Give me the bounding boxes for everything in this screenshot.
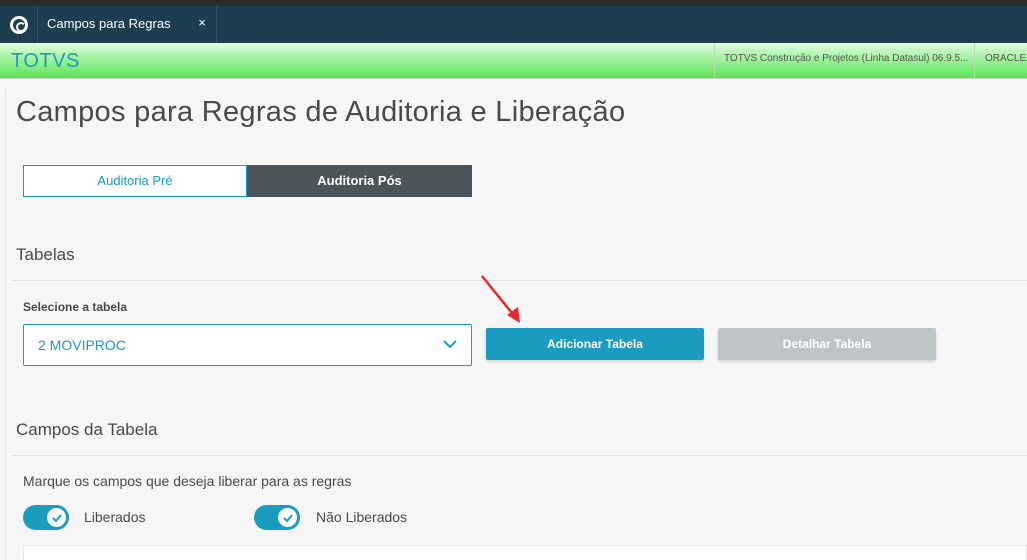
liberados-label: Liberados [84, 509, 146, 525]
select-table-label: Selecione a tabela [23, 300, 128, 314]
tab-auditoria-pos[interactable]: Auditoria Pós [247, 165, 472, 197]
tables-section-title: Tabelas [16, 245, 75, 264]
red-arrow-icon [481, 275, 520, 323]
chevron-down-icon [443, 340, 457, 349]
toggle-knob [47, 508, 66, 527]
product-info: TOTVS Construção e Projetos (Linha Datas… [724, 53, 969, 64]
add-table-button[interactable]: Adicionar Tabela [486, 328, 704, 360]
tab-label: Campos para Regras d [47, 16, 173, 31]
section-divider [11, 455, 1027, 456]
check-icon [282, 513, 293, 522]
header-separator [974, 43, 975, 79]
fields-section-title: Campos da Tabela [16, 420, 158, 439]
nao-liberados-toggle[interactable] [254, 505, 300, 530]
check-icon [51, 513, 62, 522]
tab-campos-regras[interactable]: Campos para Regras d × [37, 6, 217, 50]
selected-table-value: 2 MOVIPROC [38, 337, 126, 353]
nao-liberados-label: Não Liberados [316, 509, 408, 525]
brand-logo: TOTVS [11, 50, 80, 72]
page-title: Campos para Regras de Auditoria e Libera… [16, 96, 626, 128]
page-border [5, 90, 6, 560]
tab-auditoria-pre[interactable]: Auditoria Pré [23, 165, 247, 197]
header-separator [714, 43, 715, 79]
fields-helper-text: Marque os campos que deseja liberar para… [23, 473, 352, 489]
fields-card [23, 545, 1027, 560]
app-menu-button[interactable] [0, 6, 37, 43]
table-select[interactable]: 2 MOVIPROC [23, 324, 472, 366]
totvs-logo-icon [9, 15, 28, 34]
liberados-toggle[interactable] [23, 505, 69, 530]
detail-table-button[interactable]: Detalhar Tabela [718, 328, 936, 360]
app-header: TOTVS TOTVS Construção e Projetos (Linha… [0, 43, 1027, 79]
database-info: ORACLE [985, 53, 1027, 64]
close-icon[interactable]: × [194, 15, 210, 31]
toggle-knob [278, 508, 297, 527]
